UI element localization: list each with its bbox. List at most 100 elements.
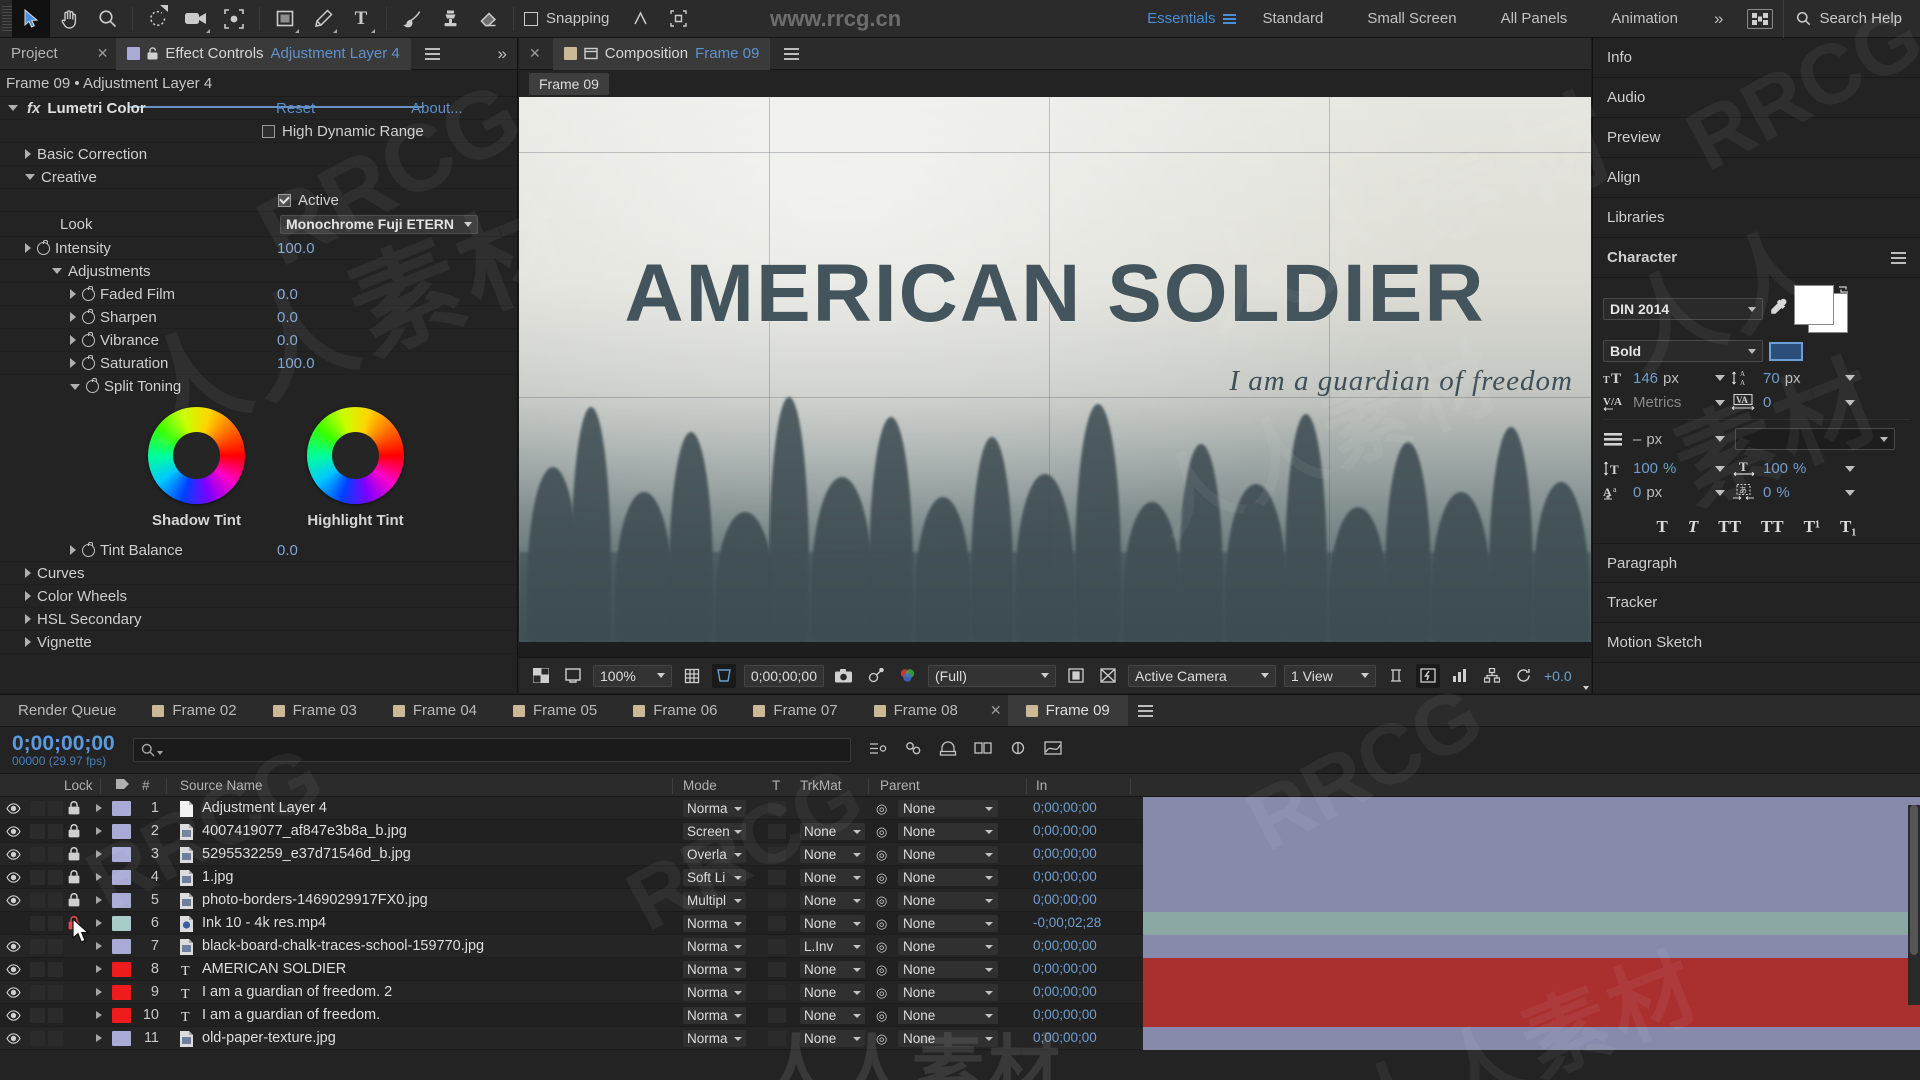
hide-shy-layers-icon[interactable] xyxy=(939,740,957,760)
about-button[interactable]: About... xyxy=(411,100,463,117)
table-row[interactable]: 7 black-board-chalk-traces-school-159770… xyxy=(0,935,1920,958)
layer-track-bar[interactable] xyxy=(1143,1027,1920,1050)
parent-pickwhip-icon[interactable]: ◎ xyxy=(876,870,887,886)
stopwatch-icon-tint[interactable] xyxy=(82,541,95,557)
layer-mode-dropdown[interactable]: Overla xyxy=(683,846,746,863)
chevron-down-icon-split[interactable] xyxy=(70,383,80,390)
layer-parent-dropdown[interactable]: None xyxy=(898,892,998,909)
layer-color-swatch[interactable] xyxy=(112,916,131,931)
workspace-more-button[interactable]: » xyxy=(1700,9,1737,29)
layer-color-swatch[interactable] xyxy=(112,962,131,977)
layer-expand-icon[interactable] xyxy=(96,942,102,950)
workspace-layout-icon[interactable] xyxy=(1747,8,1774,29)
enable-motion-blur-icon[interactable] xyxy=(1009,740,1027,760)
chevron-right-icon-tint[interactable] xyxy=(70,545,76,555)
layer-trkmat-dropdown[interactable]: None xyxy=(800,915,865,932)
font-family-select[interactable]: DIN 2014 xyxy=(1603,298,1763,320)
timeline-menu-icon[interactable] xyxy=(1137,704,1153,717)
tsume-field[interactable]: 0 % xyxy=(1763,484,1855,501)
region-of-interest-icon[interactable] xyxy=(711,663,736,688)
parent-pickwhip-icon[interactable]: ◎ xyxy=(876,824,887,840)
eraser-tool[interactable] xyxy=(469,0,507,38)
channel-selector-icon[interactable] xyxy=(896,664,1589,690)
layer-visibility-toggle[interactable] xyxy=(6,802,21,815)
layer-mode-dropdown[interactable]: Soft Li xyxy=(683,869,746,886)
layer-expand-icon[interactable] xyxy=(96,919,102,927)
layer-track-bar[interactable] xyxy=(1143,981,1920,1004)
layer-color-swatch[interactable] xyxy=(112,1008,131,1023)
search-help-box[interactable]: Search Help xyxy=(1783,0,1920,38)
panel-paragraph[interactable]: Paragraph xyxy=(1593,543,1920,583)
chevron-down-icon-hscale[interactable] xyxy=(1845,465,1855,472)
toggle-viewer-mask-icon[interactable] xyxy=(561,664,585,688)
layer-preserve-transparency-toggle[interactable] xyxy=(768,893,786,908)
panel-audio[interactable]: Audio xyxy=(1593,78,1920,118)
leading-field[interactable]: 70 px xyxy=(1763,370,1855,387)
font-size-field[interactable]: 146 px xyxy=(1633,370,1725,387)
snap-magnet-icon[interactable] xyxy=(621,0,659,38)
chevron-right-icon-sharpen[interactable] xyxy=(70,312,76,322)
active-checkbox[interactable] xyxy=(278,193,291,207)
chevron-down-icon[interactable] xyxy=(8,105,18,111)
stopwatch-icon-vibrance[interactable] xyxy=(82,331,95,347)
superscript-button[interactable]: T¹ xyxy=(1804,517,1820,537)
effect-header-lumetri[interactable]: fx Lumetri Color Reset About... xyxy=(0,97,517,120)
layer-expand-icon[interactable] xyxy=(96,804,102,812)
layer-solo-toggle[interactable] xyxy=(48,847,63,862)
layer-audio-toggle[interactable] xyxy=(30,801,45,816)
pen-tool[interactable] xyxy=(304,0,342,38)
layer-audio-toggle[interactable] xyxy=(30,847,45,862)
panel-motion-sketch[interactable]: Motion Sketch xyxy=(1593,623,1920,663)
layer-parent-dropdown[interactable]: None xyxy=(898,869,998,886)
grid-guides-icon[interactable] xyxy=(680,664,704,688)
chevron-right-icon-vibrance[interactable] xyxy=(70,335,76,345)
graph-editor-icon[interactable] xyxy=(1044,740,1062,760)
character-menu-icon[interactable] xyxy=(1891,251,1906,264)
table-row[interactable]: 11 old-paper-texture.jpg Norma None ◎ No… xyxy=(0,1027,1920,1050)
layer-color-swatch[interactable] xyxy=(112,824,131,839)
tab-close-icon[interactable]: ✕ xyxy=(97,45,109,62)
panel-align[interactable]: Align xyxy=(1593,158,1920,198)
layer-mode-dropdown[interactable]: Norma xyxy=(683,1007,746,1024)
composition-menu-icon[interactable] xyxy=(784,47,800,60)
faux-italic-button[interactable]: T xyxy=(1688,517,1698,537)
chevron-down-icon-creative[interactable] xyxy=(25,174,35,180)
layer-preserve-transparency-toggle[interactable] xyxy=(768,916,786,931)
table-row[interactable]: 5 photo-borders-1469029917FX0.jpg Multip… xyxy=(0,889,1920,912)
layer-expand-icon[interactable] xyxy=(96,965,102,973)
layer-audio-toggle[interactable] xyxy=(30,962,45,977)
faux-bold-button[interactable]: T xyxy=(1657,517,1668,537)
chevron-down-icon-strokewidth[interactable] xyxy=(1715,436,1725,442)
timeline-search-input[interactable] xyxy=(132,738,851,762)
layer-trkmat-dropdown[interactable]: None xyxy=(800,869,865,886)
panel-preview[interactable]: Preview xyxy=(1593,118,1920,158)
layer-mode-dropdown[interactable]: Norma xyxy=(683,984,746,1001)
parent-pickwhip-icon[interactable]: ◎ xyxy=(876,893,887,909)
prop-vibrance[interactable]: Vibrance 0.0 xyxy=(0,329,517,352)
font-style-select[interactable]: Bold xyxy=(1603,340,1763,362)
table-row[interactable]: 1 Adjustment Layer 4 Norma ◎ None 0;00;0… xyxy=(0,797,1920,820)
chevron-down-icon-tsume[interactable] xyxy=(1845,489,1855,496)
layer-visibility-toggle[interactable] xyxy=(6,917,20,930)
layer-visibility-toggle[interactable] xyxy=(6,825,21,838)
workspace-all-panels[interactable]: All Panels xyxy=(1479,0,1590,38)
layer-track-bar[interactable] xyxy=(1143,935,1920,958)
eyedropper-icon[interactable] xyxy=(1769,298,1788,321)
section-creative[interactable]: Creative xyxy=(0,166,517,189)
reset-exposure-icon[interactable] xyxy=(1512,664,1536,688)
effect-controls-overflow-icon[interactable]: » xyxy=(498,44,507,64)
layer-visibility-toggle[interactable] xyxy=(6,940,21,953)
chevron-down-icon-tracking[interactable] xyxy=(1845,399,1855,406)
prop-tint-balance-value[interactable]: 0.0 xyxy=(277,542,298,559)
layer-preserve-transparency-toggle[interactable] xyxy=(768,1031,786,1046)
timeline-graph-icon[interactable] xyxy=(1448,664,1472,688)
stopwatch-icon-saturation[interactable] xyxy=(82,354,95,370)
comp-frame-chip[interactable]: Frame 09 xyxy=(529,72,609,95)
layer-parent-dropdown[interactable]: None xyxy=(898,938,998,955)
timeline-scrollbar-track[interactable] xyxy=(1908,805,1920,1005)
chevron-right-icon-curves[interactable] xyxy=(25,568,31,578)
layer-visibility-toggle[interactable] xyxy=(6,963,21,976)
prop-split-toning[interactable]: Split Toning xyxy=(0,375,517,398)
frame-09-close-icon[interactable]: ✕ xyxy=(990,702,1002,719)
layer-trkmat-dropdown[interactable]: None xyxy=(800,846,865,863)
